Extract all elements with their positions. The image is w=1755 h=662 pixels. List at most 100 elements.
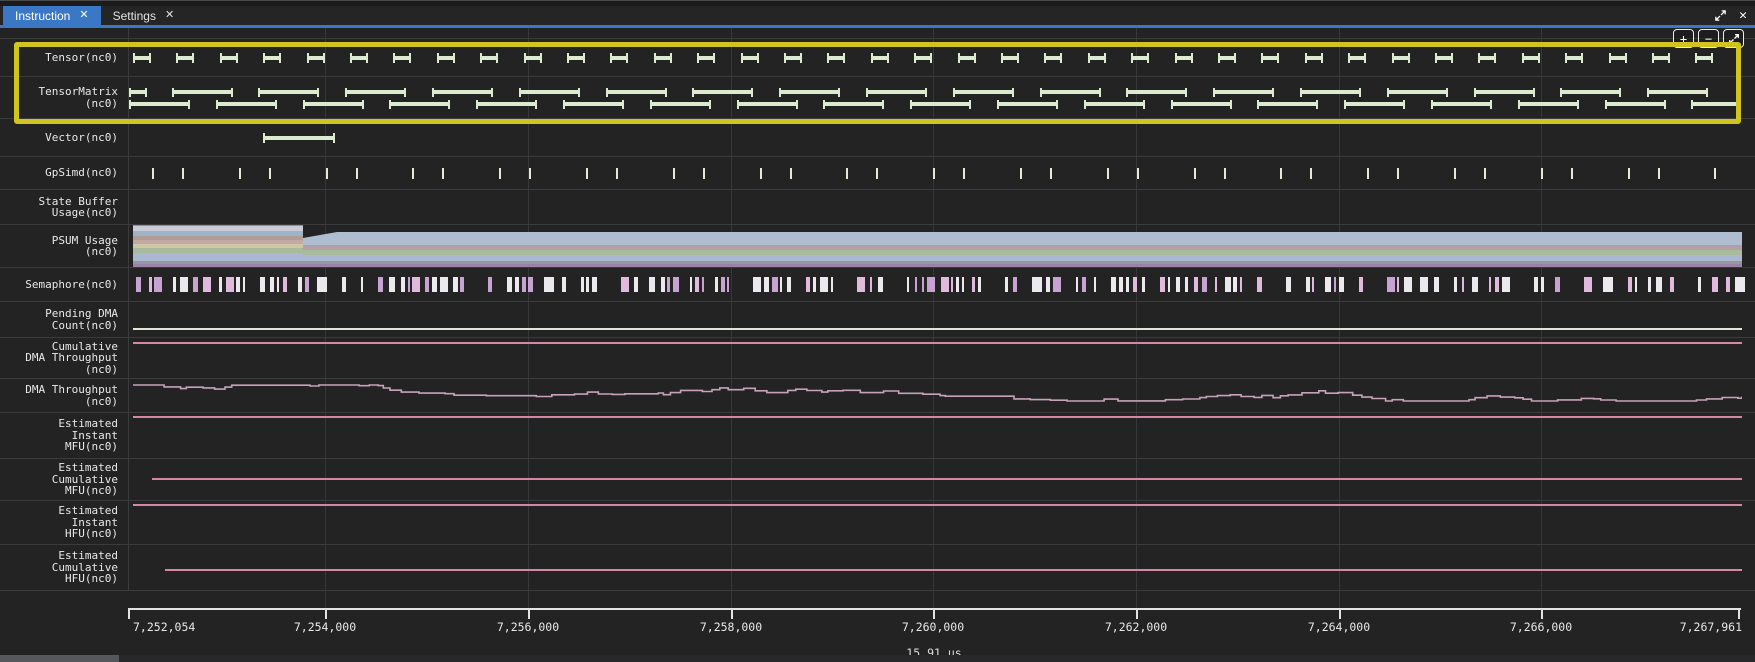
gpsimd-tick[interactable] <box>442 168 444 179</box>
semaphore-bar[interactable] <box>453 277 458 292</box>
semaphore-bar[interactable] <box>305 277 309 292</box>
semaphore-bar[interactable] <box>1534 277 1538 292</box>
semaphore-bar[interactable] <box>522 277 526 292</box>
gpsimd-tick[interactable] <box>152 168 154 179</box>
gpsimd-tick[interactable] <box>1310 168 1312 179</box>
semaphore-bar[interactable] <box>806 277 810 292</box>
semaphore-bar[interactable] <box>507 277 512 292</box>
semaphore-bar[interactable] <box>1555 277 1560 292</box>
semaphore-bar[interactable] <box>173 277 176 292</box>
expand-window-icon[interactable] <box>1714 9 1727 22</box>
semaphore-bar[interactable] <box>1334 277 1336 292</box>
gpsimd-tick[interactable] <box>876 168 878 179</box>
semaphore-bar[interactable] <box>1726 277 1730 292</box>
semaphore-bar[interactable] <box>412 277 420 292</box>
semaphore-bar[interactable] <box>154 277 162 292</box>
semaphore-bar[interactable] <box>1628 277 1632 292</box>
semaphore-bar[interactable] <box>544 277 554 292</box>
semaphore-bar[interactable] <box>1119 277 1123 292</box>
gpsimd-tick[interactable] <box>239 168 241 179</box>
gpsimd-tick[interactable] <box>1194 168 1196 179</box>
semaphore-bar[interactable] <box>667 277 670 292</box>
semaphore-bar[interactable] <box>1472 277 1478 292</box>
semaphore-bar[interactable] <box>378 277 383 292</box>
semaphore-bar[interactable] <box>1046 277 1050 292</box>
semaphore-bar[interactable] <box>721 277 725 292</box>
semaphore-bar[interactable] <box>180 277 188 292</box>
gpsimd-tick[interactable] <box>1541 168 1543 179</box>
semaphore-bar[interactable] <box>1495 277 1499 292</box>
semaphore-bar[interactable] <box>283 277 287 292</box>
semaphore-bar[interactable] <box>820 277 828 292</box>
gpsimd-tick[interactable] <box>1137 168 1139 179</box>
semaphore-bar[interactable] <box>978 277 981 292</box>
gpsimd-tick[interactable] <box>1658 168 1660 179</box>
semaphore-bar[interactable] <box>1670 277 1674 292</box>
semaphore-bar[interactable] <box>956 277 959 292</box>
semaphore-bar[interactable] <box>1053 277 1061 292</box>
semaphore-bar[interactable] <box>1541 277 1544 292</box>
semaphore-bar[interactable] <box>1397 277 1399 292</box>
semaphore-bar[interactable] <box>621 277 629 292</box>
gpsimd-tick[interactable] <box>1280 168 1282 179</box>
semaphore-bar[interactable] <box>661 277 665 292</box>
semaphore-bar[interactable] <box>649 277 655 292</box>
tab-close-icon[interactable]: ✕ <box>165 10 174 21</box>
semaphore-bar[interactable] <box>432 277 437 292</box>
semaphore-bar[interactable] <box>243 277 245 292</box>
gpsimd-tick[interactable] <box>499 168 501 179</box>
gpsimd-tick[interactable] <box>1397 168 1399 179</box>
semaphore-bar[interactable] <box>1735 277 1745 292</box>
semaphore-bar[interactable] <box>1225 277 1231 292</box>
semaphore-bar[interactable] <box>813 277 816 292</box>
semaphore-bar[interactable] <box>260 277 265 292</box>
gpsimd-tick[interactable] <box>933 168 935 179</box>
semaphore-bar[interactable] <box>425 277 429 292</box>
semaphore-bar[interactable] <box>342 277 346 292</box>
semaphore-bar[interactable] <box>226 277 234 292</box>
gpsimd-tick[interactable] <box>1628 168 1630 179</box>
gpsimd-tick[interactable] <box>269 168 271 179</box>
semaphore-bar[interactable] <box>460 277 464 292</box>
semaphore-bar[interactable] <box>695 277 699 292</box>
tab-instruction[interactable]: Instruction✕ <box>3 6 101 25</box>
semaphore-bar[interactable] <box>236 277 240 292</box>
semaphore-bar[interactable] <box>1005 277 1008 292</box>
gpsimd-tick[interactable] <box>760 168 762 179</box>
semaphore-bar[interactable] <box>1168 277 1170 292</box>
semaphore-bar[interactable] <box>1325 277 1331 292</box>
semaphore-bar[interactable] <box>1306 277 1310 292</box>
semaphore-bar[interactable] <box>1202 277 1207 292</box>
op-bar[interactable] <box>263 133 335 143</box>
semaphore-bar[interactable] <box>1339 277 1344 292</box>
semaphore-bar[interactable] <box>1240 277 1242 292</box>
semaphore-bar[interactable] <box>907 277 909 292</box>
semaphore-bar[interactable] <box>1215 277 1217 292</box>
gpsimd-tick[interactable] <box>182 168 184 179</box>
semaphore-bar[interactable] <box>941 277 949 292</box>
semaphore-bar[interactable] <box>592 277 597 292</box>
semaphore-bar[interactable] <box>1359 277 1363 292</box>
semaphore-bar[interactable] <box>922 277 924 292</box>
semaphore-bar[interactable] <box>702 277 704 292</box>
semaphore-bar[interactable] <box>1160 277 1165 292</box>
semaphore-bar[interactable] <box>831 277 833 292</box>
semaphore-bar[interactable] <box>562 277 566 292</box>
semaphore-bar[interactable] <box>772 277 778 292</box>
semaphore-bar[interactable] <box>1013 277 1017 292</box>
horizontal-scrollbar[interactable] <box>0 655 1755 662</box>
semaphore-bar[interactable] <box>1257 277 1262 292</box>
close-window-icon[interactable]: ✕ <box>1739 9 1747 22</box>
semaphore-bar[interactable] <box>136 277 141 292</box>
semaphore-bar[interactable] <box>1032 277 1042 292</box>
semaphore-bar[interactable] <box>586 277 589 292</box>
semaphore-bar[interactable] <box>389 277 395 292</box>
semaphore-bar[interactable] <box>1176 277 1180 292</box>
semaphore-bar[interactable] <box>1698 277 1701 292</box>
semaphore-bar[interactable] <box>528 277 533 292</box>
semaphore-bar[interactable] <box>870 277 872 292</box>
tab-settings[interactable]: Settings✕ <box>101 6 187 25</box>
semaphore-bar[interactable] <box>1584 277 1592 292</box>
gpsimd-tick[interactable] <box>846 168 848 179</box>
gpsimd-tick[interactable] <box>1454 168 1456 179</box>
